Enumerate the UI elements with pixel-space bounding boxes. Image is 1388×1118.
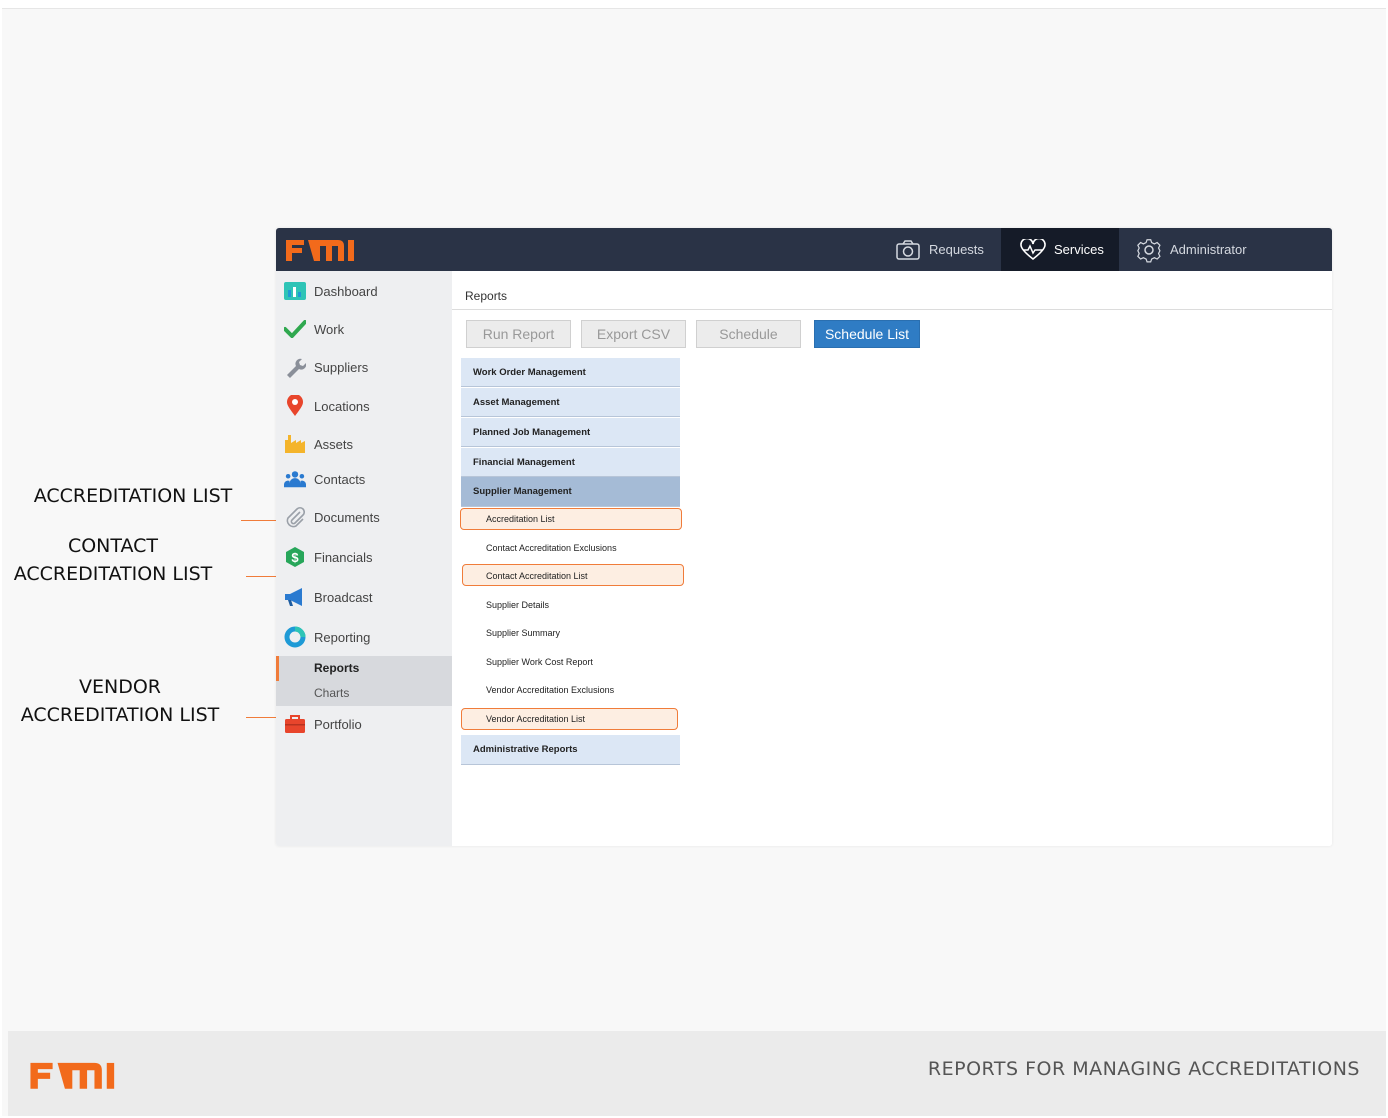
sidebar-item-contacts[interactable]: Contacts: [284, 467, 365, 491]
sidebar-item-work[interactable]: Work: [284, 317, 344, 341]
nav-services[interactable]: Services: [1001, 228, 1119, 271]
footer-fmi-logo: [28, 1057, 124, 1096]
callout-text: ACCREDITATION LIST: [13, 563, 213, 585]
checkmark-icon: [284, 318, 306, 340]
nav-label: Administrator: [1170, 242, 1247, 257]
nav-label: Services: [1054, 242, 1104, 257]
sidebar-item-label: Broadcast: [314, 589, 373, 605]
report-vendor-accreditation-list[interactable]: Vendor Accreditation List: [486, 710, 585, 728]
sidebar-item-label: Documents: [314, 509, 380, 525]
sidebar-item-label: Suppliers: [314, 359, 369, 375]
divider: [452, 309, 1332, 310]
nav-requests[interactable]: Requests: [883, 228, 1001, 271]
sidebar-item-label: Portfolio: [314, 716, 362, 732]
callout-contact-accreditation-list: CONTACT ACCREDITATION LIST: [8, 532, 218, 588]
sidebar-item-financials[interactable]: $ Financials: [284, 545, 373, 569]
callout-text: ACCREDITATION LIST: [33, 485, 233, 507]
report-contact-accreditation-exclusions[interactable]: Contact Accreditation Exclusions: [486, 539, 617, 557]
callout-text: VENDOR: [78, 676, 161, 698]
sidebar-item-label: Locations: [314, 398, 370, 414]
sidebar-item-portfolio[interactable]: Portfolio: [284, 712, 362, 736]
sidebar-item-label: Work: [314, 321, 345, 337]
megaphone-icon: [284, 586, 306, 608]
sidebar-item-locations[interactable]: Locations: [284, 394, 370, 418]
category-work-order-management[interactable]: Work Order Management: [461, 358, 680, 387]
wrench-icon: [284, 356, 306, 378]
slide-footer: REPORTS FOR MANAGING ACCREDITATIONS: [8, 1031, 1386, 1116]
report-supplier-details[interactable]: Supplier Details: [486, 596, 549, 614]
sidebar-item-label: Dashboard: [314, 283, 378, 299]
nav-label: Requests: [929, 242, 984, 257]
paperclip-icon: [284, 506, 306, 528]
sidebar-item-label: Contacts: [314, 471, 366, 487]
factory-icon: [284, 433, 306, 455]
sidebar-item-reporting[interactable]: Reporting: [284, 625, 370, 649]
category-supplier-management[interactable]: Supplier Management: [461, 477, 680, 507]
sidebar-item-documents[interactable]: Documents: [284, 505, 380, 529]
sidebar-item-broadcast[interactable]: Broadcast: [284, 585, 373, 609]
category-financial-management[interactable]: Financial Management: [461, 448, 680, 477]
donut-chart-icon: [284, 626, 306, 648]
main-content: Reports Run Report Export CSV Schedule S…: [452, 271, 1332, 846]
fmi-logo[interactable]: [284, 236, 362, 267]
callout-accreditation-list: ACCREDITATION LIST: [28, 482, 238, 510]
sidebar-item-dashboard[interactable]: Dashboard: [284, 279, 378, 303]
heartbeat-icon: [1020, 238, 1046, 260]
callout-vendor-accreditation-list: VENDOR ACCREDITATION LIST: [15, 673, 225, 729]
callout-text: ACCREDITATION LIST: [20, 704, 220, 726]
schedule-button[interactable]: Schedule: [696, 320, 801, 348]
report-supplier-summary[interactable]: Supplier Summary: [486, 624, 560, 642]
dollar-icon: $: [284, 546, 306, 568]
category-planned-job-management[interactable]: Planned Job Management: [461, 418, 680, 447]
breadcrumb: Reports: [465, 289, 508, 303]
nav-administrator[interactable]: Administrator: [1119, 228, 1269, 271]
export-csv-button[interactable]: Export CSV: [581, 320, 686, 348]
report-contact-accreditation-list[interactable]: Contact Accreditation List: [486, 567, 588, 585]
map-pin-icon: [284, 395, 306, 417]
sidebar-subitem-reports[interactable]: Reports: [276, 656, 452, 681]
sidebar: Dashboard Work Suppliers Locations Asset…: [276, 271, 452, 846]
camera-icon: [896, 239, 920, 260]
top-nav-bar: Requests Services Administrator: [276, 228, 1332, 271]
schedule-list-button[interactable]: Schedule List: [814, 320, 920, 348]
people-icon: [284, 468, 306, 490]
sidebar-item-suppliers[interactable]: Suppliers: [284, 355, 368, 379]
gear-icon: [1137, 238, 1161, 262]
callout-text: CONTACT: [67, 535, 159, 557]
dashboard-icon: [284, 280, 306, 302]
run-report-button[interactable]: Run Report: [466, 320, 571, 348]
footer-title: REPORTS FOR MANAGING ACCREDITATIONS: [927, 1058, 1360, 1080]
category-asset-management[interactable]: Asset Management: [461, 388, 680, 417]
sidebar-item-label: Financials: [314, 549, 373, 565]
briefcase-icon: [284, 713, 306, 735]
category-administrative-reports[interactable]: Administrative Reports: [461, 735, 680, 765]
sidebar-subitem-charts[interactable]: Charts: [276, 681, 452, 706]
sidebar-item-label: Assets: [314, 436, 354, 452]
app-window: Requests Services Administrator Dashboar…: [276, 228, 1332, 846]
svg-text:$: $: [291, 550, 299, 565]
report-accreditation-list[interactable]: Accreditation List: [486, 510, 555, 528]
sidebar-item-assets[interactable]: Assets: [284, 432, 353, 456]
report-vendor-accreditation-exclusions[interactable]: Vendor Accreditation Exclusions: [486, 681, 614, 699]
report-supplier-work-cost-report[interactable]: Supplier Work Cost Report: [486, 653, 593, 671]
sidebar-item-label: Reporting: [314, 629, 371, 645]
